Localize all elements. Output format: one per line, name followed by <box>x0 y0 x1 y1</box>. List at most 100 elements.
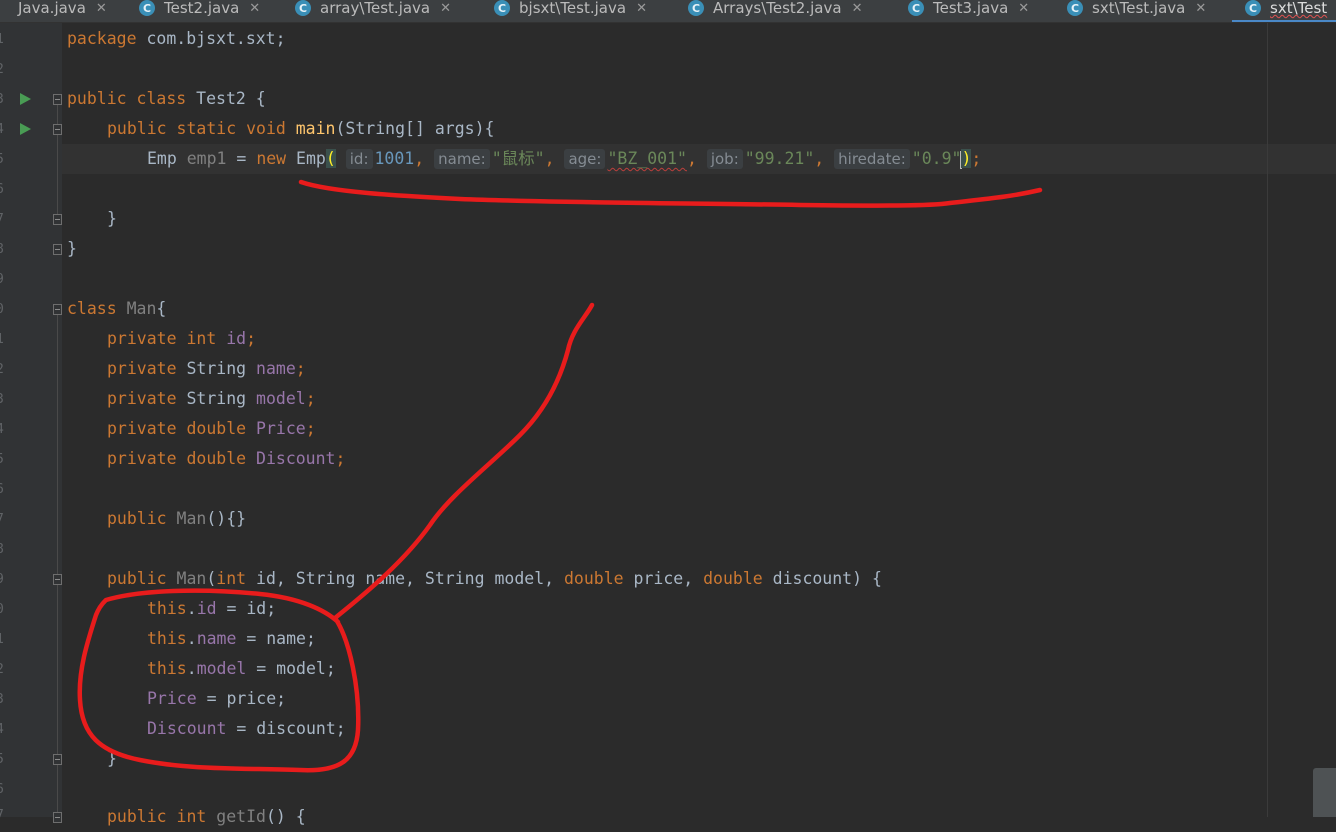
assignment: = model; <box>246 659 336 678</box>
fold-icon[interactable] <box>53 304 62 315</box>
class-icon: C <box>1245 0 1261 16</box>
code-line[interactable]: public int getId() { <box>107 802 306 832</box>
scrollbar-thumb[interactable] <box>1313 768 1336 817</box>
close-icon[interactable]: ✕ <box>96 1 107 16</box>
line-number: 2 <box>0 62 10 77</box>
keyword: private double <box>107 449 247 468</box>
close-icon[interactable]: ✕ <box>440 1 451 16</box>
close-icon[interactable]: ✕ <box>1195 1 1206 16</box>
line-number: 1 <box>0 332 10 347</box>
tab-test3-java[interactable]: C Test3.java ✕ <box>908 0 1029 22</box>
semicolon: ; <box>971 149 982 168</box>
close-icon[interactable]: ✕ <box>249 1 260 16</box>
param-hint-age: age: <box>564 149 606 169</box>
class-icon: C <box>688 0 704 16</box>
param-hint-job: job: <box>706 149 743 169</box>
arg-separator: , <box>414 149 425 168</box>
fold-icon[interactable] <box>53 574 62 585</box>
tab-active-sxt-test[interactable]: C sxt\Test <box>1245 0 1327 22</box>
semicolon: ; <box>305 389 316 408</box>
tab-bjsxt-test-java[interactable]: C bjsxt\Test.java ✕ <box>494 0 647 22</box>
arg-separator: , <box>686 149 697 168</box>
class-name: Man <box>116 299 157 318</box>
close-icon[interactable]: ✕ <box>636 1 647 16</box>
method-name: main <box>295 119 336 138</box>
arg-value: 1001 <box>374 149 415 168</box>
line-number: 5 <box>0 452 10 467</box>
line-number: 3 <box>0 92 10 107</box>
fold-guide <box>57 104 58 214</box>
assign-op: = <box>226 149 257 168</box>
code-line[interactable]: public class Test2 { <box>67 84 266 114</box>
line-number: 1 <box>0 632 10 647</box>
arg-separator: , <box>814 149 825 168</box>
semicolon: ; <box>305 419 316 438</box>
code-line[interactable]: public static void main(String[] args){ <box>107 114 494 144</box>
line-number: 7 <box>0 212 10 227</box>
param-hint-hiredate: hiredate: <box>834 149 910 169</box>
active-tab-indicator <box>1232 20 1336 22</box>
params: price, <box>623 569 704 588</box>
keyword: public class <box>67 89 187 108</box>
code-line[interactable]: private String model; <box>107 384 316 414</box>
code-line[interactable]: } <box>67 234 77 264</box>
keyword: double <box>703 569 763 588</box>
assignment: = name; <box>236 629 316 648</box>
constructor-body: (){} <box>206 509 247 528</box>
field-name: Discount <box>147 719 227 738</box>
fold-icon[interactable] <box>53 94 62 105</box>
field-name: name <box>246 359 296 378</box>
code-line[interactable]: private int id; <box>107 324 256 354</box>
fold-icon[interactable] <box>53 214 62 225</box>
semicolon: ; <box>295 359 306 378</box>
code-line-constructor-call[interactable]: Emp emp1 = new Emp( id: 1001, name: "鼠标", … <box>147 144 981 174</box>
tab-arrays-test2-java[interactable]: C Arrays\Test2.java ✕ <box>688 0 862 22</box>
code-line[interactable]: } <box>107 204 117 234</box>
tab-label: array\Test.java <box>320 0 431 17</box>
constructor-name: Man <box>166 509 207 528</box>
params: discount) { <box>762 569 882 588</box>
code-line[interactable]: private double Price; <box>107 414 316 444</box>
close-icon[interactable]: ✕ <box>852 1 863 16</box>
code-line[interactable]: } <box>107 744 117 774</box>
fold-icon[interactable] <box>53 124 62 135</box>
type-name: String <box>176 359 247 378</box>
code-line[interactable]: Discount = discount; <box>147 714 346 744</box>
fold-icon[interactable] <box>53 812 62 823</box>
code-line[interactable]: this.id = id; <box>147 594 276 624</box>
code-line[interactable]: Price = price; <box>147 684 286 714</box>
close-icon[interactable]: ✕ <box>1018 1 1029 16</box>
keyword: new <box>256 149 287 168</box>
arg-value: "99.21" <box>744 149 815 168</box>
tab-test2-java[interactable]: C Test2.java ✕ <box>139 0 260 22</box>
code-line[interactable]: public Man(int id, String name, String m… <box>107 564 882 594</box>
code-line[interactable]: this.name = name; <box>147 624 316 654</box>
brace: { <box>156 299 167 318</box>
tab-array-test-java[interactable]: C array\Test.java ✕ <box>295 0 451 22</box>
fold-icon[interactable] <box>53 244 62 255</box>
param-hint-name: name: <box>434 149 490 169</box>
keyword: class <box>67 299 117 318</box>
open-paren: ( <box>325 149 336 168</box>
field-name: model <box>246 389 306 408</box>
class-icon: C <box>139 0 155 16</box>
close-paren: ) <box>961 149 972 168</box>
arg-value-error: "BZ_001" <box>607 149 687 168</box>
line-number: 4 <box>0 122 10 137</box>
code-line[interactable]: package com.bjsxt.sxt; <box>67 24 286 54</box>
field-name: Discount <box>246 449 336 468</box>
run-class-icon[interactable] <box>20 93 31 105</box>
run-main-icon[interactable] <box>20 123 31 135</box>
code-line[interactable]: this.model = model; <box>147 654 336 684</box>
line-number: 7 <box>0 512 10 527</box>
semicolon: ; <box>246 329 257 348</box>
keyword: this <box>147 599 187 618</box>
code-line[interactable]: private String name; <box>107 354 306 384</box>
code-line[interactable]: private double Discount; <box>107 444 345 474</box>
fold-icon[interactable] <box>53 754 62 765</box>
code-line[interactable]: public Man(){} <box>107 504 246 534</box>
code-line[interactable]: class Man{ <box>67 294 166 324</box>
line-number: 6 <box>0 182 10 197</box>
tab-sxt-test-java[interactable]: C sxt\Test.java ✕ <box>1067 0 1206 22</box>
tab-java-java[interactable]: Java.java ✕ <box>18 0 107 22</box>
